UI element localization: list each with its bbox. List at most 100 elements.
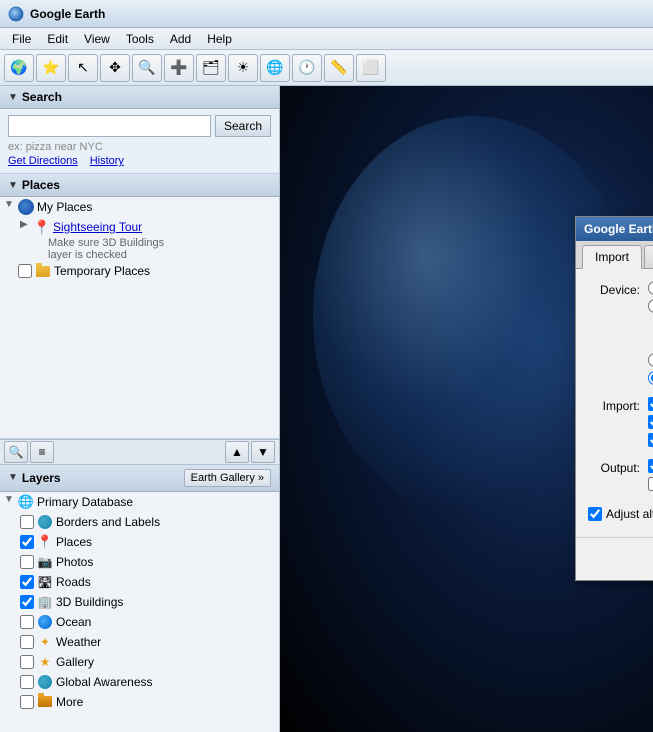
right-panel: Google Earth - GPS Import ✕ Import Realt… xyxy=(280,86,653,732)
roads-label: Roads xyxy=(56,574,275,590)
routes-checkbox[interactable] xyxy=(648,433,653,447)
global-awareness-checkbox[interactable] xyxy=(20,675,34,689)
places-my-places-item[interactable]: ▼ My Places xyxy=(0,197,279,217)
layers-places-checkbox[interactable] xyxy=(20,535,34,549)
device-label: Device: xyxy=(588,281,648,297)
primary-db-expand[interactable]: ▼ xyxy=(4,494,18,505)
kml-linestrings-checkbox[interactable] xyxy=(648,477,653,491)
weather-item[interactable]: ✦ Weather xyxy=(0,632,279,652)
magellan-row: Magellan xyxy=(648,299,653,313)
toolbar-zoom-btn[interactable]: 🔍 xyxy=(132,54,162,82)
weather-checkbox[interactable] xyxy=(20,635,34,649)
waypoints-checkbox[interactable] xyxy=(648,397,653,411)
sightseeing-tour-item[interactable]: ▶ 📍 Sightseeing Tour xyxy=(0,217,279,237)
search-row: Search xyxy=(8,115,271,137)
ocean-item[interactable]: Ocean xyxy=(0,612,279,632)
garmin-radio[interactable] xyxy=(648,281,653,295)
layers-down-btn[interactable]: ▼ xyxy=(251,441,275,463)
search-input[interactable] xyxy=(8,115,211,137)
toolbar-move-btn[interactable]: ✥ xyxy=(100,54,130,82)
more-item[interactable]: More xyxy=(0,692,279,712)
earth-gallery-btn[interactable]: Earth Gallery » xyxy=(184,469,271,487)
search-links: Get Directions History xyxy=(8,155,271,167)
dialog-tabs: Import Realtime xyxy=(576,241,653,269)
roads-item[interactable]: 🛣 Roads xyxy=(0,572,279,592)
places-triangle: ▼ xyxy=(8,180,18,191)
layers-section: ▼ 🌐 Primary Database Borders and Labels … xyxy=(0,492,279,732)
search-hint: ex: pizza near NYC xyxy=(8,141,271,153)
buildings-label: 3D Buildings xyxy=(56,594,275,610)
import-checkboxes: Waypoints Tracks Routes xyxy=(648,397,653,451)
layers-up-btn[interactable]: ▲ xyxy=(225,441,249,463)
temporary-places-item[interactable]: Temporary Places xyxy=(0,261,279,281)
gallery-checkbox[interactable] xyxy=(20,655,34,669)
dialog-title-text: Google Earth - GPS Import xyxy=(584,222,653,236)
toolbar-ruler-btn[interactable]: 📏 xyxy=(324,54,354,82)
menu-edit[interactable]: Edit xyxy=(39,30,76,48)
toolbar-expand-btn[interactable]: ⬜ xyxy=(356,54,386,82)
my-places-expand[interactable]: ▼ xyxy=(4,199,18,210)
magellan-radio[interactable] xyxy=(648,299,653,313)
global-awareness-icon xyxy=(37,674,53,690)
buildings-item[interactable]: 🏢 3D Buildings xyxy=(0,592,279,612)
global-awareness-item[interactable]: Global Awareness xyxy=(0,672,279,692)
primary-db-item[interactable]: ▼ 🌐 Primary Database xyxy=(0,492,279,512)
tracks-checkbox[interactable] xyxy=(648,415,653,429)
ocean-checkbox[interactable] xyxy=(20,615,34,629)
toolbar-cursor-btn[interactable]: ↖ xyxy=(68,54,98,82)
buildings-checkbox[interactable] xyxy=(20,595,34,609)
import-file-radio[interactable] xyxy=(648,371,653,385)
photos-item[interactable]: 📷 Photos xyxy=(0,552,279,572)
layers-list-btn[interactable]: ≡ xyxy=(30,441,54,463)
menu-file[interactable]: File xyxy=(4,30,39,48)
temp-places-checkbox[interactable] xyxy=(18,264,32,278)
toolbar-clock-btn[interactable]: 🕐 xyxy=(292,54,322,82)
layers-search-btn[interactable]: 🔍 xyxy=(4,441,28,463)
roads-checkbox[interactable] xyxy=(20,575,34,589)
gallery-icon: ★ xyxy=(37,654,53,670)
layers-toolbar: 🔍 ≡ ▲ ▼ xyxy=(0,439,279,465)
sightseeing-expand[interactable]: ▶ xyxy=(20,219,34,230)
layers-places-icon: 📍 xyxy=(37,534,53,550)
gallery-label: Gallery xyxy=(56,654,275,670)
places-section-label: Places xyxy=(22,178,60,192)
more-icon xyxy=(37,694,53,710)
device-row: Device: Garmin Magellan xyxy=(588,281,653,389)
toolbar-globe-btn[interactable]: 🌍 xyxy=(4,54,34,82)
borders-item[interactable]: Borders and Labels xyxy=(0,512,279,532)
adjust-checkbox[interactable] xyxy=(588,507,602,521)
menu-help[interactable]: Help xyxy=(199,30,240,48)
title-bar: Google Earth xyxy=(0,0,653,28)
toolbar-layer-btn[interactable]: 🗂 xyxy=(196,54,226,82)
menu-add[interactable]: Add xyxy=(162,30,199,48)
sightseeing-label[interactable]: Sightseeing Tour xyxy=(53,219,275,235)
dialog-title-bar: Google Earth - GPS Import ✕ xyxy=(576,217,653,241)
toolbar-sun-btn[interactable]: ☀ xyxy=(228,54,258,82)
borders-checkbox[interactable] xyxy=(20,515,34,529)
toolbar-earth-btn[interactable]: 🌐 xyxy=(260,54,290,82)
weather-label: Weather xyxy=(56,634,275,650)
history-link[interactable]: History xyxy=(90,155,124,167)
toolbar-star-btn[interactable]: ⭐ xyxy=(36,54,66,82)
sightseeing-sublabel-2: layer is checked xyxy=(0,249,279,261)
tab-realtime[interactable]: Realtime xyxy=(644,245,653,268)
routes-row: Routes xyxy=(648,433,653,447)
kml-linestrings-row: KML LineStrings xyxy=(648,477,653,491)
search-button[interactable]: Search xyxy=(215,115,271,137)
main-layout: ▼ Search Search ex: pizza near NYC Get D… xyxy=(0,86,653,732)
app-icon xyxy=(8,6,24,22)
layers-places-item[interactable]: 📍 Places xyxy=(0,532,279,552)
wintec-radio[interactable] xyxy=(648,353,653,367)
more-checkbox[interactable] xyxy=(20,695,34,709)
menu-tools[interactable]: Tools xyxy=(118,30,162,48)
buildings-icon: 🏢 xyxy=(37,594,53,610)
tab-import[interactable]: Import xyxy=(582,245,642,269)
ocean-icon xyxy=(37,614,53,630)
menu-view[interactable]: View xyxy=(76,30,118,48)
toolbar-add-btn[interactable]: ➕ xyxy=(164,54,194,82)
kml-tracks-checkbox[interactable] xyxy=(648,459,653,473)
photos-checkbox[interactable] xyxy=(20,555,34,569)
primary-db-label: Primary Database xyxy=(37,494,275,510)
get-directions-link[interactable]: Get Directions xyxy=(8,155,78,167)
gallery-item[interactable]: ★ Gallery xyxy=(0,652,279,672)
